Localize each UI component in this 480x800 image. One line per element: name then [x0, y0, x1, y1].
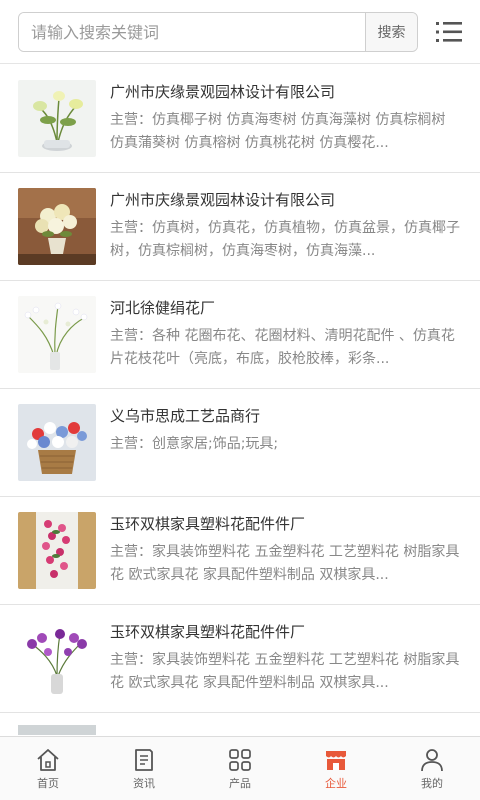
company-thumbnail — [18, 725, 96, 735]
tab-companies[interactable]: 企业 — [288, 737, 384, 800]
company-description: 主营：创意家居;饰品;玩具; — [110, 436, 279, 452]
company-thumbnail — [18, 188, 96, 265]
tab-products[interactable]: 产品 — [192, 737, 288, 800]
company-description: 主营：家具装饰塑料花 五金塑料花 工艺塑料花 树脂家具花 欧式家具花 家具配件塑… — [110, 652, 460, 691]
company-name: 玉环双棋家具塑料花配件件厂 — [110, 515, 306, 533]
tab-news[interactable]: 资讯 — [96, 737, 192, 800]
list-menu-icon[interactable] — [434, 18, 464, 46]
company-thumbnail — [18, 404, 96, 481]
list-item[interactable]: 广州市庆缘景观园林设计有限公司 主营：仿真椰子树 仿真海枣树 仿真海藻树 仿真棕… — [0, 65, 480, 173]
user-icon — [421, 749, 443, 772]
list-item[interactable]: 玉环双棋家具塑料花配件件厂 主营：家具装饰塑料花 五金塑料花 工艺塑料花 树脂家… — [0, 605, 480, 713]
search-button[interactable]: 搜索 — [365, 13, 417, 51]
company-name: 河北徐健绢花厂 — [110, 299, 216, 317]
search-bar: 搜索 — [18, 12, 418, 52]
company-description: 主营：仿真树，仿真花，仿真植物，仿真盆景，仿真椰子树，仿真棕榈树，仿真海枣树，仿… — [110, 220, 460, 259]
company-list: 广州市庆缘景观园林设计有限公司 主营：仿真椰子树 仿真海枣树 仿真海藻树 仿真棕… — [0, 65, 480, 736]
company-thumbnail — [18, 620, 96, 697]
company-description: 主营：家具装饰塑料花 五金塑料花 工艺塑料花 树脂家具花 欧式家具花 家具配件塑… — [110, 544, 460, 583]
list-item[interactable]: 河北徐健绢花厂 主营：各种 花圈布花、花圈材料、清明花配件 、仿真花片花枝花叶（… — [0, 281, 480, 389]
company-thumbnail — [18, 80, 96, 157]
company-name: 义乌市思成工艺品商行 — [110, 407, 261, 425]
grid-icon — [229, 749, 251, 771]
company-name: 玉环双棋家具塑料花配件件厂 — [110, 623, 306, 641]
list-item[interactable]: 广州市庆缘景观园林设计有限公司 主营：仿真树，仿真花，仿真植物，仿真盆景，仿真椰… — [0, 173, 480, 281]
list-item[interactable]: 义乌市思成工艺品商行 主营：创意家居;饰品;玩具; — [0, 389, 480, 497]
company-thumbnail — [18, 512, 96, 589]
company-description: 主营：仿真椰子树 仿真海枣树 仿真海藻树 仿真棕榈树 仿真蒲葵树 仿真榕树 仿真… — [110, 112, 446, 151]
store-icon — [326, 751, 346, 770]
company-thumbnail — [18, 296, 96, 373]
tab-label: 首页 — [37, 777, 59, 790]
tab-label: 资讯 — [133, 777, 155, 790]
header: 搜索 — [0, 0, 480, 64]
company-name: 广州市庆缘景观园林设计有限公司 — [110, 83, 336, 101]
search-input[interactable] — [19, 13, 365, 51]
news-icon — [135, 749, 153, 771]
tab-mine[interactable]: 我的 — [384, 737, 480, 800]
tab-label: 产品 — [229, 777, 251, 790]
bottom-tab-bar: 首页 资讯 产品 企业 我的 — [0, 736, 480, 800]
company-description: 主营：各种 花圈布花、花圈材料、清明花配件 、仿真花片花枝花叶（亮底，布底，胶枪… — [110, 328, 455, 367]
tab-label: 企业 — [325, 777, 347, 790]
tab-home[interactable]: 首页 — [0, 737, 96, 800]
company-name: 广州市庆缘景观园林设计有限公司 — [110, 191, 336, 209]
list-item-partial[interactable] — [0, 713, 480, 736]
home-icon — [37, 749, 59, 771]
tab-label: 我的 — [421, 777, 443, 790]
list-item[interactable]: 玉环双棋家具塑料花配件件厂 主营：家具装饰塑料花 五金塑料花 工艺塑料花 树脂家… — [0, 497, 480, 605]
